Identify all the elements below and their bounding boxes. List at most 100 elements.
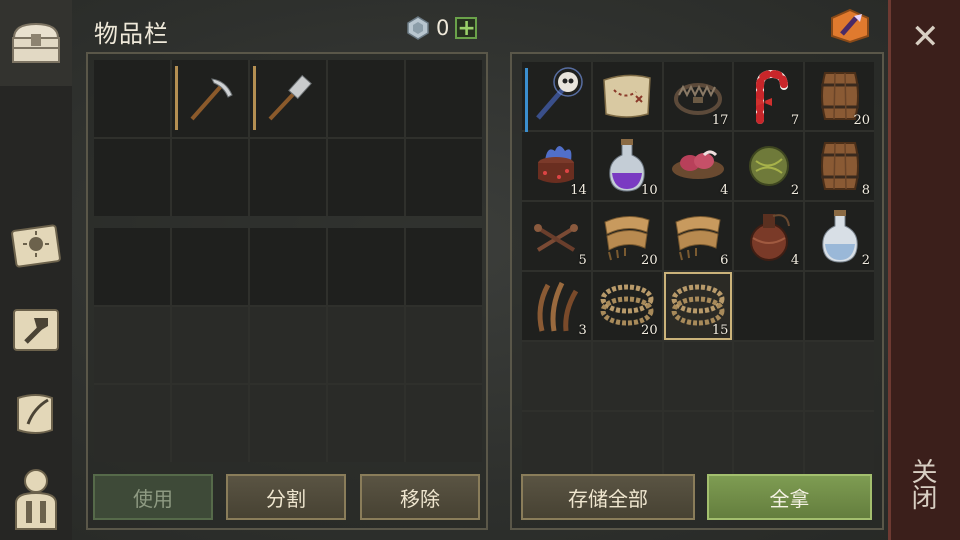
item-quantity: 3 xyxy=(578,323,587,338)
inventory-slot-empty[interactable] xyxy=(94,306,170,384)
item-quantity: 4 xyxy=(790,253,800,268)
inventory-slot-empty[interactable] xyxy=(328,306,404,384)
durability-bar xyxy=(175,66,178,130)
scroll-quill-icon xyxy=(17,394,53,434)
storage-slot-empty[interactable] xyxy=(734,412,804,480)
storage-slot[interactable]: 5 xyxy=(522,202,591,270)
close-panel[interactable]: ✕ 关闭 xyxy=(888,0,960,540)
item-quantity: 10 xyxy=(641,183,658,198)
item-quantity: 17 xyxy=(711,113,729,128)
inventory-slot-empty[interactable] xyxy=(94,385,170,462)
inventory-slot-empty[interactable] xyxy=(172,385,248,462)
inventory-slot-empty[interactable] xyxy=(406,228,482,305)
item-quantity: 7 xyxy=(790,113,800,128)
split-button[interactable]: 分割 xyxy=(226,474,346,520)
inventory-slot-empty[interactable] xyxy=(250,228,326,305)
tab-crafting[interactable] xyxy=(0,298,72,362)
storage-slot[interactable]: 14 xyxy=(522,132,591,200)
storage-slot[interactable]: 3 xyxy=(522,272,591,340)
item-quantity: 4 xyxy=(720,183,729,198)
inventory-slot-empty[interactable] xyxy=(250,139,326,216)
inventory-slot-empty[interactable] xyxy=(406,306,482,384)
item-quantity: 8 xyxy=(861,183,870,198)
currency-value: 0 xyxy=(436,16,450,40)
inventory-slot-empty[interactable] xyxy=(328,60,404,137)
item-quantity: 2 xyxy=(861,253,870,268)
inventory-grid xyxy=(94,228,482,462)
chest-icon xyxy=(12,22,60,63)
storage-slot-empty[interactable] xyxy=(805,272,874,340)
storage-slot-empty[interactable] xyxy=(592,412,662,480)
inventory-slot-empty[interactable] xyxy=(328,139,404,216)
currency-display: 0 + xyxy=(406,16,478,40)
close-icon[interactable]: ✕ xyxy=(911,20,940,54)
storage-slot[interactable]: 2 xyxy=(805,202,874,270)
item-quantity: 6 xyxy=(720,253,729,268)
durability-bar xyxy=(253,66,256,130)
inventory-slot-empty[interactable] xyxy=(406,385,482,462)
storage-slot[interactable]: 7 xyxy=(734,62,804,130)
add-currency-button[interactable]: + xyxy=(455,17,478,40)
inventory-panel xyxy=(86,52,488,530)
inventory-slot-empty[interactable] xyxy=(250,385,326,462)
storage-slot-empty[interactable] xyxy=(805,342,874,410)
item-quantity: 20 xyxy=(641,323,658,338)
inventory-slot-empty[interactable] xyxy=(406,60,482,137)
take-all-button[interactable]: 全拿 xyxy=(707,474,872,520)
inventory-slot-empty[interactable] xyxy=(406,139,482,216)
remove-button[interactable]: 移除 xyxy=(360,474,480,520)
inventory-slot-empty[interactable] xyxy=(172,139,248,216)
page-title: 物品栏 xyxy=(94,20,169,48)
storage-slot-empty[interactable] xyxy=(663,412,733,480)
tab-skills[interactable] xyxy=(0,214,72,278)
storage-slot[interactable]: 4 xyxy=(734,202,804,270)
inventory-slot-empty[interactable] xyxy=(172,228,248,305)
storage-slot[interactable]: 20 xyxy=(805,62,874,130)
storage-slot-empty[interactable] xyxy=(734,272,804,340)
character-icon xyxy=(15,469,57,530)
inventory-slot-empty[interactable] xyxy=(250,306,326,384)
storage-slot[interactable] xyxy=(522,62,591,132)
inventory-slot-empty[interactable] xyxy=(94,228,170,305)
inventory-slot-empty[interactable] xyxy=(172,306,248,384)
store-all-button[interactable]: 存储全部 xyxy=(521,474,695,520)
storage-slot-empty[interactable] xyxy=(592,342,662,410)
gem-icon xyxy=(407,16,429,40)
inventory-slot-empty[interactable] xyxy=(328,228,404,305)
storage-slot-empty[interactable] xyxy=(734,342,804,410)
tab-quests[interactable] xyxy=(0,382,72,446)
storage-slot-empty[interactable] xyxy=(522,412,591,480)
storage-slot[interactable]: 8 xyxy=(805,132,874,200)
inventory-slot-empty[interactable] xyxy=(94,60,170,137)
use-button[interactable]: 使用 xyxy=(93,474,213,520)
storage-slot[interactable]: 17 xyxy=(663,62,733,130)
inventory-slot[interactable] xyxy=(250,60,326,137)
inventory-slot-empty[interactable] xyxy=(94,139,170,216)
item-quantity: 15 xyxy=(711,323,729,338)
storage-slot[interactable]: 20 xyxy=(592,272,662,340)
quick-craft-button[interactable] xyxy=(828,8,872,48)
storage-slot-empty[interactable] xyxy=(805,412,874,480)
sidebar xyxy=(0,0,72,540)
storage-slot[interactable]: 6 xyxy=(663,202,733,270)
item-quantity: 20 xyxy=(641,253,658,268)
storage-panel: 17 7 20 14 10 4 2 8 5 20 6 4 2 3 20 15 xyxy=(510,52,884,530)
item-quantity: 2 xyxy=(790,183,800,198)
storage-slot[interactable] xyxy=(592,62,662,130)
brush-icon xyxy=(831,8,869,44)
item-quantity: 20 xyxy=(853,113,870,128)
tab-character[interactable] xyxy=(0,462,72,536)
storage-slot[interactable]: 20 xyxy=(592,202,662,270)
storage-slot[interactable]: 15 xyxy=(663,272,733,340)
inventory-slot-empty[interactable] xyxy=(328,385,404,462)
storage-slot-empty[interactable] xyxy=(522,342,591,410)
storage-slot[interactable]: 10 xyxy=(592,132,662,200)
storage-slot-empty[interactable] xyxy=(663,342,733,410)
storage-slot[interactable]: 4 xyxy=(663,132,733,200)
tab-inventory[interactable] xyxy=(0,0,72,86)
sun-book-icon xyxy=(11,224,61,268)
inventory-slot[interactable] xyxy=(172,60,248,137)
storage-grid: 17 7 20 14 10 4 2 8 5 20 6 4 2 3 20 15 xyxy=(522,62,874,480)
close-label[interactable]: 关闭 xyxy=(907,458,941,510)
storage-slot[interactable]: 2 xyxy=(734,132,804,200)
